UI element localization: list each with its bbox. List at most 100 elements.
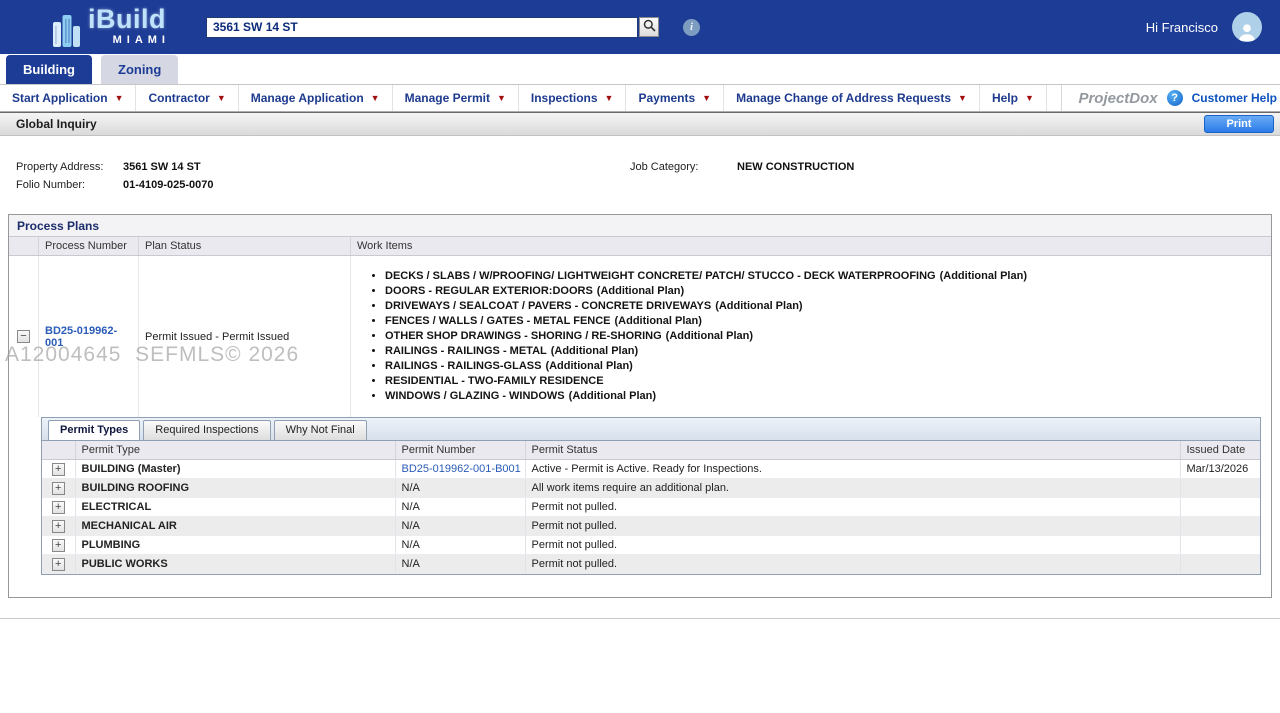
customer-help-link[interactable]: Customer Help xyxy=(1192,91,1277,105)
ibuild-logo[interactable]: iBuild MIAMI xyxy=(52,6,166,48)
permit-number-cell[interactable]: N/A xyxy=(395,517,525,536)
expand-icon[interactable] xyxy=(52,501,65,514)
property-address-label: Property Address: xyxy=(16,161,103,173)
search-icon xyxy=(643,19,656,35)
permit-types-table: Permit Type Permit Number Permit Status … xyxy=(42,441,1260,574)
process-plans-box: Process Plans Process Number Plan Status… xyxy=(8,214,1272,598)
permit-type-cell: BUILDING ROOFING xyxy=(75,479,395,498)
permit-number-cell[interactable]: N/A xyxy=(395,479,525,498)
issued-date-cell xyxy=(1180,536,1260,555)
work-items-header: Work Items xyxy=(351,237,1271,255)
menu-bar: Start Application ▼ Contractor ▼ Manage … xyxy=(0,84,1280,112)
permit-number-cell[interactable]: N/A xyxy=(395,498,525,517)
detail-tab-label: Permit Types xyxy=(60,424,128,436)
chevron-down-icon: ▼ xyxy=(1025,93,1034,103)
permit-type-header: Permit Type xyxy=(75,441,395,460)
permit-number-cell[interactable]: N/A xyxy=(395,555,525,574)
work-item: FENCES / WALLS / GATES - METAL FENCE(Add… xyxy=(385,315,1263,327)
table-row: MECHANICAL AIR N/A Permit not pulled. xyxy=(42,517,1260,536)
issued-date-cell xyxy=(1180,555,1260,574)
main-tab-label: Zoning xyxy=(118,62,161,77)
inquiry-bar: Global Inquiry Print xyxy=(0,112,1280,136)
help-icon[interactable]: ? xyxy=(1167,90,1183,106)
menu-item-label: Contractor xyxy=(148,91,209,105)
menu-item[interactable]: Manage Application ▼ xyxy=(239,85,393,111)
building-icon xyxy=(52,12,82,48)
permit-number-cell[interactable]: N/A xyxy=(395,536,525,555)
projectdox-logo[interactable]: ProjectDox xyxy=(1078,90,1157,107)
main-tabs: Building Zoning xyxy=(0,54,1280,84)
permit-type-cell: BUILDING (Master) xyxy=(75,460,395,479)
chevron-down-icon: ▼ xyxy=(115,93,124,103)
permit-status-cell: Permit not pulled. xyxy=(525,517,1180,536)
logo-text: iBuild xyxy=(88,6,166,33)
menu-item-label: Start Application xyxy=(12,91,108,105)
menu-item-label: Inspections xyxy=(531,91,598,105)
chevron-down-icon: ▼ xyxy=(702,93,711,103)
expand-icon[interactable] xyxy=(52,558,65,571)
menu-item[interactable]: Manage Permit ▼ xyxy=(393,85,519,111)
menu-item[interactable]: Start Application ▼ xyxy=(0,85,136,111)
table-row: PLUMBING N/A Permit not pulled. xyxy=(42,536,1260,555)
person-icon xyxy=(1236,20,1258,42)
expand-column-header xyxy=(9,237,39,255)
job-category-value: NEW CONSTRUCTION xyxy=(737,161,854,173)
page-title: Global Inquiry xyxy=(16,117,97,131)
menu-item-label: Manage Change of Address Requests xyxy=(736,91,951,105)
permit-status-cell: Permit not pulled. xyxy=(525,536,1180,555)
info-icon[interactable]: i xyxy=(683,19,700,36)
permit-status-cell: Active - Permit is Active. Ready for Ins… xyxy=(525,460,1180,479)
menu-item-label: Manage Permit xyxy=(405,91,490,105)
permit-type-cell: PLUMBING xyxy=(75,536,395,555)
menu-item[interactable]: Contractor ▼ xyxy=(136,85,238,111)
menu-item[interactable]: Help ▼ xyxy=(980,85,1047,111)
work-item: RAILINGS - RAILINGS-GLASS(Additional Pla… xyxy=(385,360,1263,372)
user-area: Hi Francisco xyxy=(1146,12,1262,42)
property-info: Property Address: 3561 SW 14 ST Job Cate… xyxy=(0,136,1280,214)
logo-subtext: MIAMI xyxy=(113,35,170,46)
expand-icon[interactable] xyxy=(52,539,65,552)
permit-detail-panel: Permit Types Required Inspections Why No… xyxy=(41,417,1261,575)
chevron-down-icon: ▼ xyxy=(605,93,614,103)
expand-icon[interactable] xyxy=(52,463,65,476)
menu-right: ProjectDox ? Customer Help xyxy=(1061,85,1280,111)
search-button[interactable] xyxy=(639,17,659,37)
work-item: RESIDENTIAL - TWO-FAMILY RESIDENCE xyxy=(385,375,1263,387)
chevron-down-icon: ▼ xyxy=(958,93,967,103)
menu-item[interactable]: Manage Change of Address Requests ▼ xyxy=(724,85,980,111)
expand-icon[interactable] xyxy=(52,520,65,533)
permit-status-cell: Permit not pulled. xyxy=(525,498,1180,517)
work-items-list: DECKS / SLABS / W/PROOFING/ LIGHTWEIGHT … xyxy=(359,270,1263,402)
menu-item-label: Manage Application xyxy=(251,91,364,105)
process-number-link[interactable]: BD25-019962-001 xyxy=(45,325,132,349)
collapse-icon[interactable] xyxy=(17,330,30,343)
permit-number-cell[interactable]: BD25-019962-001-B001 xyxy=(395,460,525,479)
process-plans-title: Process Plans xyxy=(9,215,1271,236)
permit-status-cell: All work items require an additional pla… xyxy=(525,479,1180,498)
menu-item[interactable]: Payments ▼ xyxy=(626,85,724,111)
expand-column-header xyxy=(42,441,75,460)
work-item: DRIVEWAYS / SEALCOAT / PAVERS - CONCRETE… xyxy=(385,300,1263,312)
permit-number-header: Permit Number xyxy=(395,441,525,460)
chevron-down-icon: ▼ xyxy=(497,93,506,103)
main-tab-label: Building xyxy=(23,62,75,77)
permit-type-cell: MECHANICAL AIR xyxy=(75,517,395,536)
expand-icon[interactable] xyxy=(52,482,65,495)
permit-status-cell: Permit not pulled. xyxy=(525,555,1180,574)
table-row: BUILDING (Master) BD25-019962-001-B001 A… xyxy=(42,460,1260,479)
detail-tab[interactable]: Why Not Final xyxy=(274,420,367,440)
detail-tab[interactable]: Required Inspections xyxy=(143,420,270,440)
menu-item[interactable]: Inspections ▼ xyxy=(519,85,627,111)
process-table-header: Process Number Plan Status Work Items xyxy=(9,236,1271,256)
main-tab[interactable]: Building xyxy=(6,55,92,84)
search-input[interactable] xyxy=(206,17,638,38)
avatar[interactable] xyxy=(1232,12,1262,42)
work-item: OTHER SHOP DRAWINGS - SHORING / RE-SHORI… xyxy=(385,330,1263,342)
print-button[interactable]: Print xyxy=(1204,115,1274,133)
issued-date-header: Issued Date xyxy=(1180,441,1260,460)
table-row: BUILDING ROOFING N/A All work items requ… xyxy=(42,479,1260,498)
process-number-header: Process Number xyxy=(39,237,139,255)
detail-tab[interactable]: Permit Types xyxy=(48,420,140,440)
main-tab[interactable]: Zoning xyxy=(101,55,178,84)
permit-status-header: Permit Status xyxy=(525,441,1180,460)
